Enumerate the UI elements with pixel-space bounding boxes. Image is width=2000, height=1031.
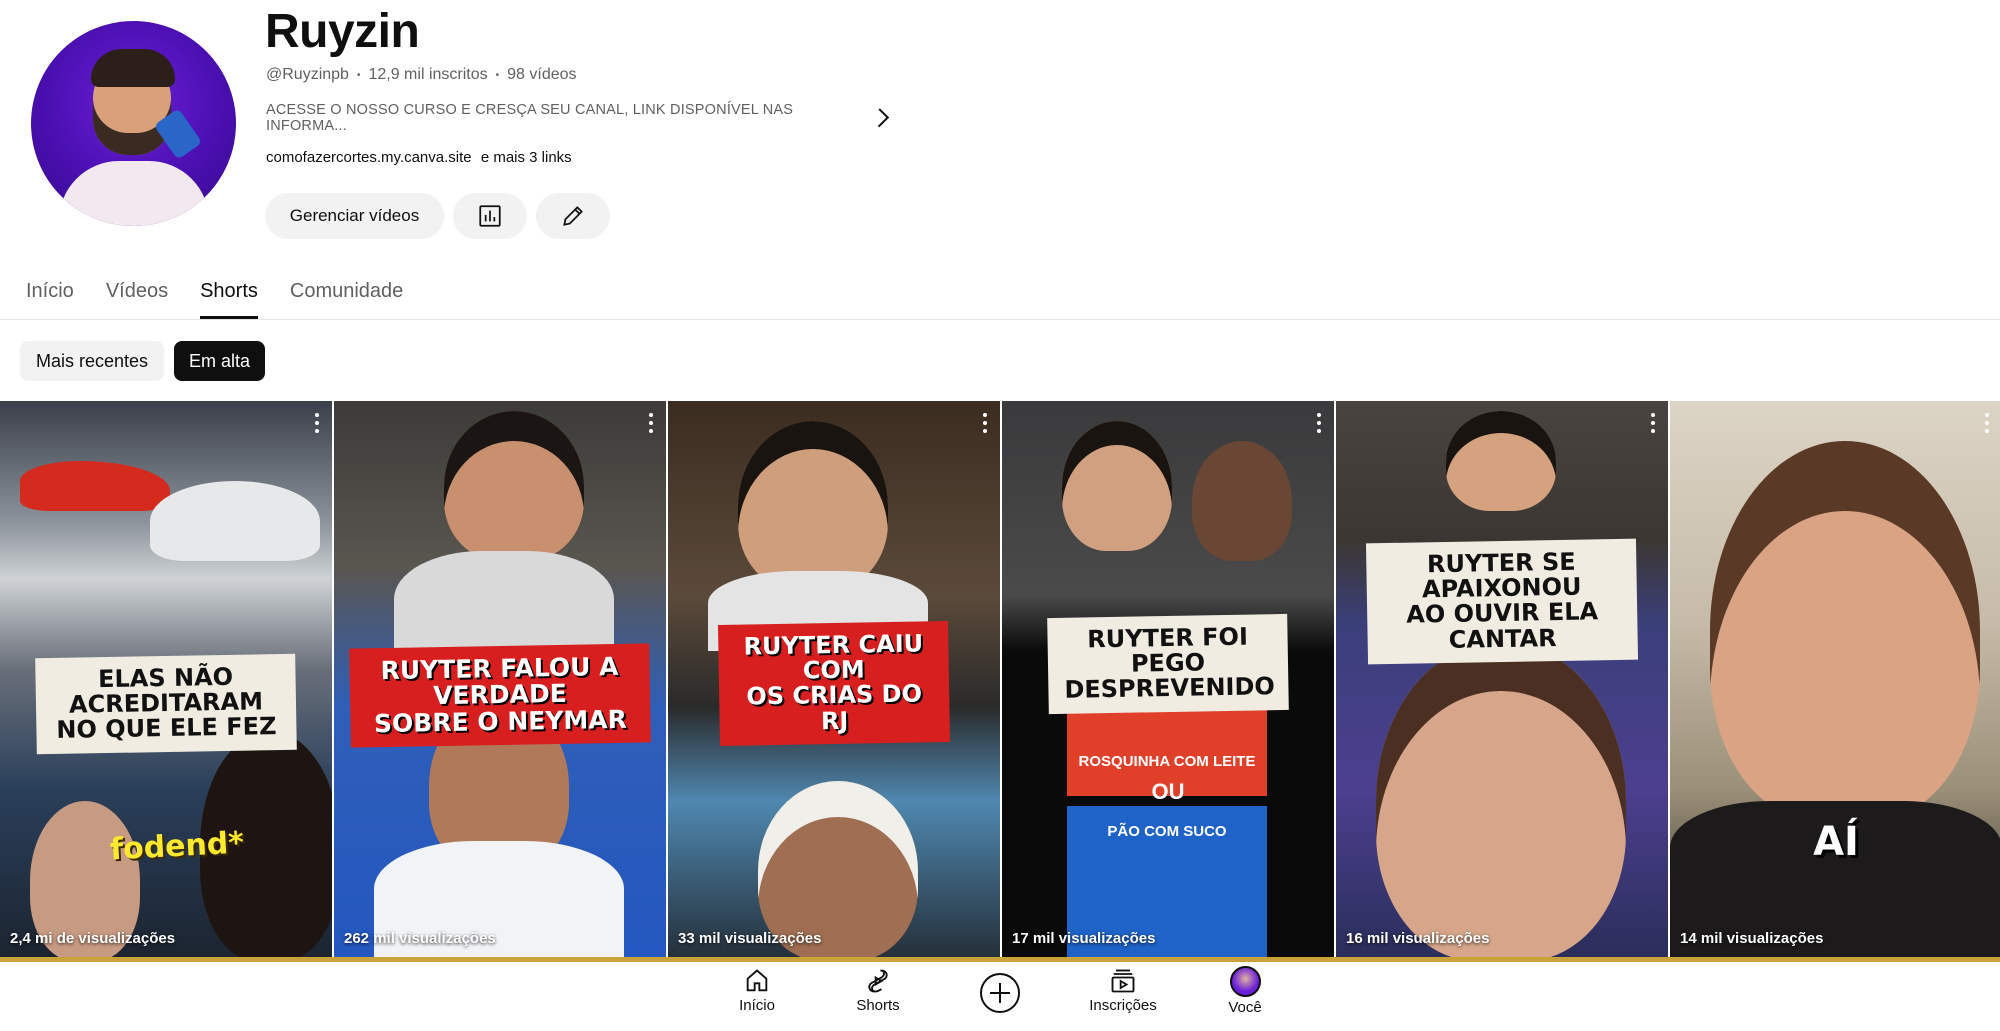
channel-description[interactable]: ACESSE O NOSSO CURSO E CRESÇA SEU CANAL,… [266,102,889,134]
short-views: 2,4 mi de visualizações [10,930,176,947]
manage-videos-button[interactable]: Gerenciar vídeos [265,193,444,239]
nav-home[interactable]: Início [712,962,802,1031]
analytics-button[interactable] [453,193,527,239]
tabs-divider [0,319,2000,320]
short-views: 33 mil visualizações [678,930,822,947]
person-shape [444,411,584,561]
bottom-navigation: Início Shorts Inscrições Você [0,962,2000,1031]
nav-label: Você [1228,999,1262,1016]
tab-videos[interactable]: Vídeos [106,270,168,319]
short-views: 17 mil visualizações [1012,930,1156,947]
channel-meta: @Ruyzinpb • 12,9 mil inscritos • 98 víde… [266,66,577,84]
short-card[interactable]: ELAS NÃO ACREDITARAM NO QUE ELE FEZ fode… [0,401,332,957]
car-shape [150,481,320,561]
short-caption: ELAS NÃO ACREDITARAM NO QUE ELE FEZ [35,653,297,754]
avatar-hair [91,49,175,87]
short-views: 262 mil visualizações [344,930,496,947]
short-caption: RUYTER CAIU COM OS CRIAS DO RJ [717,621,951,746]
person-shape [1062,421,1172,551]
separator-dot: • [495,69,500,81]
option-label: ROSQUINHA COM LEITE [1078,753,1256,770]
avatar-shirt [59,161,209,226]
person-shape [1446,411,1556,511]
shorts-grid: ELAS NÃO ACREDITARAM NO QUE ELE FEZ fode… [0,401,2000,957]
pencil-icon [563,206,583,226]
tab-home[interactable]: Início [26,270,74,319]
short-caption: RUYTER FALOU A VERDADE SOBRE O NEYMAR [349,643,651,748]
short-card[interactable]: ROSQUINHA COM LEITE OU PÃO COM SUCO RUYT… [1002,401,1334,957]
chip-trending[interactable]: Em alta [174,341,265,381]
short-card[interactable]: AÍ 14 mil visualizações [1670,401,2000,957]
separator-dot: • [356,69,361,81]
create-button[interactable] [979,972,1021,1014]
short-card[interactable]: RUYTER FALOU A VERDADE SOBRE O NEYMAR 26… [334,401,666,957]
option-label: PÃO COM SUCO [1107,823,1227,840]
more-links[interactable]: e mais 3 links [481,149,572,166]
short-overlay-text: fodend* [109,825,245,868]
more-options-icon[interactable] [1316,413,1322,433]
person-shape [1710,441,1980,821]
more-options-icon[interactable] [648,413,654,433]
description-text: ACESSE O NOSSO CURSO E CRESÇA SEU CANAL,… [266,102,794,134]
tab-shorts[interactable]: Shorts [200,270,258,319]
avatar-icon [1229,966,1261,997]
channel-avatar[interactable] [31,21,236,226]
short-caption: RUYTER FOI PEGO DESPREVENIDO [1047,613,1289,714]
person-shape [1192,441,1292,561]
person-shape [738,421,888,591]
more-options-icon[interactable] [1650,413,1656,433]
video-count: 98 vídeos [507,66,577,83]
nav-subscriptions[interactable]: Inscrições [1078,962,1168,1031]
nav-you[interactable]: Você [1200,962,1290,1031]
tab-community[interactable]: Comunidade [290,270,403,319]
short-views: 14 mil visualizações [1680,930,1824,947]
nav-label: Início [739,997,775,1014]
short-card[interactable]: RUYTER SE APAIXONOU AO OUVIR ELA CANTAR … [1336,401,1668,957]
shorts-icon [868,969,888,993]
nav-label: Inscrições [1089,997,1157,1014]
subscriptions-icon [1111,969,1135,993]
subscriber-count: 12,9 mil inscritos [368,66,488,83]
channel-name: Ruyzin [265,5,420,58]
home-icon [746,969,768,992]
edit-channel-button[interactable] [536,193,610,239]
chevron-right-icon [869,108,889,128]
channel-handle: @Ruyzinpb [266,66,349,83]
nav-label: Shorts [856,997,900,1014]
chip-most-recent[interactable]: Mais recentes [20,341,164,381]
more-options-icon[interactable] [982,413,988,433]
bar-chart-icon [479,205,501,227]
more-options-icon[interactable] [314,413,320,433]
channel-links[interactable]: comofazercortes.my.canva.site e mais 3 l… [266,149,572,166]
channel-tabs: Início Vídeos Shorts Comunidade [26,270,435,319]
person-shape [1376,641,1626,957]
short-card[interactable]: RUYTER CAIU COM OS CRIAS DO RJ 33 mil vi… [668,401,1000,957]
short-caption: RUYTER SE APAIXONOU AO OUVIR ELA CANTAR [1365,538,1639,665]
more-options-icon[interactable] [1984,413,1990,433]
short-views: 16 mil visualizações [1346,930,1490,947]
short-overlay-text: AÍ [1813,819,1859,865]
create-icon [980,973,1020,1013]
option-separator: OU [1151,779,1185,804]
nav-shorts[interactable]: Shorts [833,962,923,1031]
primary-link[interactable]: comofazercortes.my.canva.site [266,149,472,166]
